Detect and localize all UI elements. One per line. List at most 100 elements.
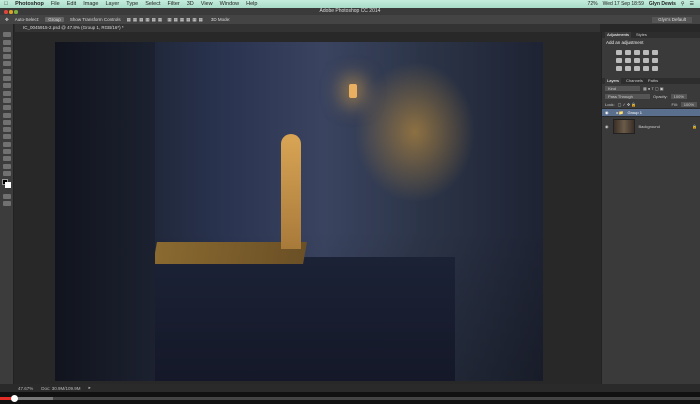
align-icons[interactable]: ▦▦▦▦▦▦ ▦▦▦▦▦▦: [127, 17, 205, 23]
visibility-eye-icon[interactable]: ◉: [605, 124, 609, 129]
zoom-button[interactable]: [14, 10, 18, 14]
layer-row-background[interactable]: ◉ Background 🔒: [602, 116, 700, 135]
zoom-level[interactable]: 47.67%: [18, 386, 33, 391]
invert-icon[interactable]: [616, 66, 622, 71]
auto-select-dropdown[interactable]: Group: [45, 17, 64, 22]
screen-mode-icon[interactable]: [2, 201, 11, 207]
layer-row-group[interactable]: ◉ ▸📁 Group 1: [602, 108, 700, 116]
menu-type[interactable]: Type: [126, 1, 138, 7]
quick-mask-icon[interactable]: [2, 193, 11, 199]
options-bar: ✥ Auto-Select: Group Show Transform Cont…: [0, 15, 700, 24]
notifications-icon[interactable]: ☰: [690, 1, 694, 7]
eraser-tool[interactable]: [2, 105, 11, 111]
clone-stamp-tool[interactable]: [2, 90, 11, 96]
move-tool-icon[interactable]: ✥: [5, 17, 9, 23]
menu-app[interactable]: Photoshop: [15, 1, 44, 7]
dodge-tool[interactable]: [2, 127, 11, 133]
visibility-eye-icon[interactable]: ◉: [605, 110, 609, 115]
left-building: [55, 42, 155, 381]
tab-layers[interactable]: Layers: [605, 78, 622, 84]
document-tab[interactable]: IC_0045915-2.psd @ 47.8% (Group 1, RGB/1…: [15, 24, 600, 32]
color-swatches[interactable]: [2, 178, 11, 191]
selective-color-icon[interactable]: [652, 66, 658, 71]
crop-tool[interactable]: [2, 61, 11, 67]
opacity-label: Opacity:: [653, 93, 668, 99]
tab-adjustments[interactable]: Adjustments: [605, 32, 632, 38]
doc-size[interactable]: Doc: 30.9M/109.9M: [41, 386, 80, 391]
posterize-icon[interactable]: [625, 66, 631, 71]
lasso-tool[interactable]: [2, 46, 11, 52]
minimize-button[interactable]: [9, 10, 13, 14]
menu-window[interactable]: Window: [220, 1, 240, 7]
channel-mixer-icon[interactable]: [652, 58, 658, 63]
menu-image[interactable]: Image: [83, 1, 98, 7]
auto-select-label[interactable]: Auto-Select:: [15, 17, 40, 22]
levels-icon[interactable]: [625, 50, 631, 55]
menu-select[interactable]: Select: [145, 1, 160, 7]
gradient-tool[interactable]: [2, 112, 11, 118]
path-select-tool[interactable]: [2, 149, 11, 155]
eyedropper-tool[interactable]: [2, 68, 11, 74]
close-button[interactable]: [4, 10, 8, 14]
datetime[interactable]: Wed 17 Sep 18:59: [603, 1, 644, 7]
layer-name[interactable]: Group 1: [628, 110, 642, 115]
photo-filter-icon[interactable]: [643, 58, 649, 63]
tab-channels[interactable]: Channels: [626, 78, 643, 84]
status-bar: 47.67% Doc: 30.9M/109.9M ▸: [0, 384, 700, 392]
exposure-icon[interactable]: [643, 50, 649, 55]
menu-3d[interactable]: 3D: [187, 1, 194, 7]
opacity-field[interactable]: 100%: [670, 93, 687, 99]
shape-tool[interactable]: [2, 156, 11, 162]
type-tool[interactable]: [2, 141, 11, 147]
healing-tool[interactable]: [2, 76, 11, 82]
spotlight-icon[interactable]: ⚲: [681, 1, 685, 7]
workspace-switcher[interactable]: Glyn's Default: [652, 16, 692, 23]
tab-paths[interactable]: Paths: [648, 78, 658, 84]
show-transform-checkbox[interactable]: Show Transform Controls: [70, 17, 121, 22]
menu-file[interactable]: File: [51, 1, 60, 7]
menu-help[interactable]: Help: [246, 1, 257, 7]
fill-field[interactable]: 100%: [680, 101, 697, 107]
layer-thumbnail: [612, 118, 635, 134]
lock-icons[interactable]: ▢ ✓ ✥ 🔒: [618, 102, 637, 107]
add-adjustment-heading: Add an adjustment: [606, 40, 644, 45]
lock-icon: 🔒: [692, 123, 697, 129]
apple-icon[interactable]: : [4, 1, 8, 7]
video-scrubber-handle[interactable]: [10, 395, 18, 402]
folder-icon: ▸📁: [616, 110, 624, 115]
blend-mode-dropdown[interactable]: Pass Through: [605, 93, 650, 99]
quick-select-tool[interactable]: [2, 54, 11, 60]
threshold-icon[interactable]: [634, 66, 640, 71]
brush-tool[interactable]: [2, 83, 11, 89]
menu-filter[interactable]: Filter: [168, 1, 180, 7]
menu-view[interactable]: View: [201, 1, 213, 7]
status-menus: 72% Wed 17 Sep 18:59 Glyn Dewis ⚲ ☰: [588, 0, 694, 8]
gradient-map-icon[interactable]: [643, 66, 649, 71]
battery-text[interactable]: 72%: [588, 1, 598, 7]
move-tool[interactable]: [2, 32, 11, 38]
hand-tool[interactable]: [2, 163, 11, 169]
color-balance-icon[interactable]: [625, 58, 631, 63]
status-arrow-icon[interactable]: ▸: [89, 385, 91, 391]
filter-icons[interactable]: ▦ ● T ▢ ▣: [643, 86, 664, 91]
history-brush-tool[interactable]: [2, 97, 11, 103]
brightness-icon[interactable]: [616, 50, 622, 55]
hue-saturation-icon[interactable]: [616, 58, 622, 63]
layer-filter-dropdown[interactable]: Kind: [605, 85, 640, 91]
document-canvas[interactable]: [55, 42, 543, 381]
blur-tool[interactable]: [2, 119, 11, 125]
user-name[interactable]: Glyn Dewis: [649, 1, 676, 7]
curves-icon[interactable]: [634, 50, 640, 55]
window-title: Adobe Photoshop CC 2014: [319, 8, 381, 14]
menu-layer[interactable]: Layer: [106, 1, 120, 7]
video-progress-track[interactable]: [0, 397, 700, 400]
black-white-icon[interactable]: [634, 58, 640, 63]
layer-name[interactable]: Background: [639, 124, 660, 129]
marquee-tool[interactable]: [2, 39, 11, 45]
menu-edit[interactable]: Edit: [67, 1, 76, 7]
vibrance-icon[interactable]: [652, 50, 658, 55]
tab-styles[interactable]: Styles: [636, 32, 647, 38]
mac-menubar:  Photoshop File Edit Image Layer Type S…: [0, 0, 700, 8]
pen-tool[interactable]: [2, 134, 11, 140]
zoom-tool[interactable]: [2, 170, 11, 176]
